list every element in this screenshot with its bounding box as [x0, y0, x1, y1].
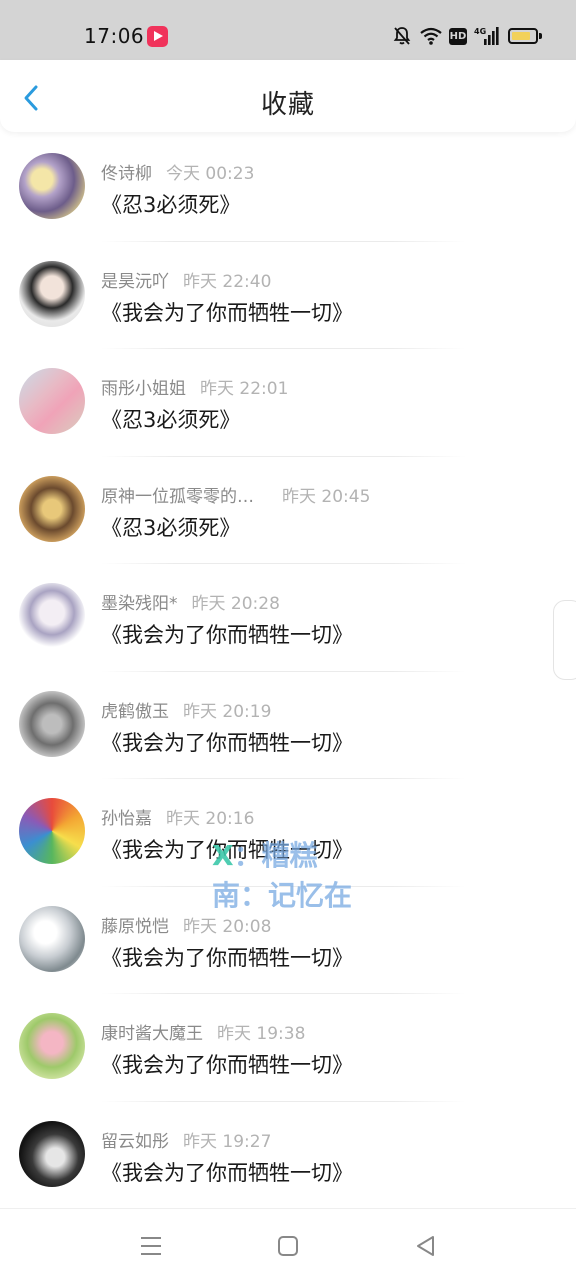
- favorite-title[interactable]: 《忍3必须死》: [101, 512, 240, 542]
- timestamp: 昨天 22:40: [183, 271, 272, 292]
- avatar[interactable]: [19, 368, 85, 434]
- watermark: X：糟糕 南：记忆在: [212, 836, 352, 916]
- username[interactable]: 佟诗柳: [101, 164, 152, 184]
- 4g-signal-icon: 4G: [474, 27, 499, 45]
- favorite-title[interactable]: 《我会为了你而牺牲一切》: [101, 1157, 353, 1187]
- timestamp: 昨天 20:16: [166, 809, 255, 829]
- avatar[interactable]: [19, 153, 85, 219]
- timestamp: 昨天 20:08: [183, 916, 272, 937]
- username[interactable]: 墨染残阳*: [101, 594, 178, 614]
- avatar[interactable]: [19, 1120, 85, 1187]
- back-triangle-icon[interactable]: [413, 1233, 439, 1259]
- avatar[interactable]: [19, 1013, 85, 1079]
- hd-icon: HD: [449, 28, 467, 45]
- bell-off-icon: [393, 27, 411, 45]
- favorite-title[interactable]: 《我会为了你而牺牲一切》: [101, 619, 353, 649]
- timestamp: 昨天 20:45: [282, 486, 371, 507]
- avatar[interactable]: [19, 690, 85, 757]
- timestamp: 昨天 20:19: [183, 701, 272, 722]
- username[interactable]: 是昊沅吖: [101, 272, 169, 292]
- avatar[interactable]: [19, 905, 85, 972]
- username[interactable]: 原神一位孤零零的…: [101, 487, 254, 507]
- header: 收藏: [0, 60, 576, 132]
- timestamp: 昨天 22:01: [200, 379, 289, 399]
- list-item[interactable]: 留云如彤 昨天 19:27 《我会为了你而牺牲一切》: [0, 1102, 576, 1210]
- favorites-list: 佟诗柳 今天 00:23 《忍3必须死》 是昊沅吖 昨天 22:40 《我会为了你而…: [0, 134, 576, 1209]
- timestamp: 昨天 19:38: [217, 1024, 306, 1044]
- list-item[interactable]: 佟诗柳 今天 00:23 《忍3必须死》: [0, 134, 576, 242]
- avatar[interactable]: [19, 260, 85, 327]
- battery-icon: [508, 28, 542, 44]
- list-item[interactable]: 是昊沅吖 昨天 22:40 《我会为了你而牺牲一切》: [0, 242, 576, 349]
- system-nav-bar: [0, 1208, 576, 1280]
- timestamp: 昨天 19:27: [183, 1131, 272, 1152]
- username[interactable]: 雨彤小姐姐: [101, 379, 186, 399]
- side-drawer-handle[interactable]: [553, 600, 576, 680]
- timestamp: 今天 00:23: [166, 164, 255, 184]
- username[interactable]: 康时酱大魔王: [101, 1024, 203, 1044]
- avatar[interactable]: [19, 475, 85, 542]
- username[interactable]: 藤原悦恺: [101, 917, 169, 937]
- home-square-icon[interactable]: [275, 1233, 301, 1259]
- menu-icon[interactable]: [138, 1233, 164, 1259]
- favorite-title[interactable]: 《我会为了你而牺牲一切》: [101, 297, 353, 327]
- list-item[interactable]: 雨彤小姐姐 昨天 22:01 《忍3必须死》: [0, 349, 576, 457]
- favorite-title[interactable]: 《我会为了你而牺牲一切》: [101, 1049, 353, 1079]
- timestamp: 昨天 20:28: [191, 594, 280, 614]
- avatar[interactable]: [19, 798, 85, 864]
- favorites-screen: 17:06 HD 4G 收藏 佟诗柳 今天 00:23 《忍3必须死》 是昊沅吖…: [0, 0, 576, 1280]
- status-time: 17:06: [84, 24, 145, 48]
- watermark-line-1: X：糟糕: [212, 839, 318, 872]
- favorite-title[interactable]: 《我会为了你而牺牲一切》: [101, 942, 353, 972]
- avatar[interactable]: [19, 583, 85, 649]
- list-item[interactable]: 虎鹤傲玉 昨天 20:19 《我会为了你而牺牲一切》: [0, 672, 576, 779]
- svg-text:4G: 4G: [474, 27, 486, 36]
- favorite-title[interactable]: 《我会为了你而牺牲一切》: [101, 727, 353, 757]
- favorite-title[interactable]: 《忍3必须死》: [101, 189, 240, 219]
- favorite-title[interactable]: 《忍3必须死》: [101, 404, 240, 434]
- page-title: 收藏: [260, 90, 315, 120]
- username[interactable]: 孙怡嘉: [101, 809, 152, 829]
- watermark-line-2: 南：记忆在: [212, 879, 353, 912]
- username[interactable]: 虎鹤傲玉: [101, 702, 169, 722]
- status-bar: 17:06 HD 4G: [0, 0, 576, 60]
- list-item[interactable]: 墨染残阳* 昨天 20:28 《我会为了你而牺牲一切》: [0, 564, 576, 672]
- wifi-icon: [420, 27, 442, 45]
- username[interactable]: 留云如彤: [101, 1132, 169, 1152]
- app-notification-icon: [147, 26, 168, 47]
- list-item[interactable]: 原神一位孤零零的… 昨天 20:45 《忍3必须死》: [0, 457, 576, 564]
- list-item[interactable]: 康时酱大魔王 昨天 19:38 《我会为了你而牺牲一切》: [0, 994, 576, 1102]
